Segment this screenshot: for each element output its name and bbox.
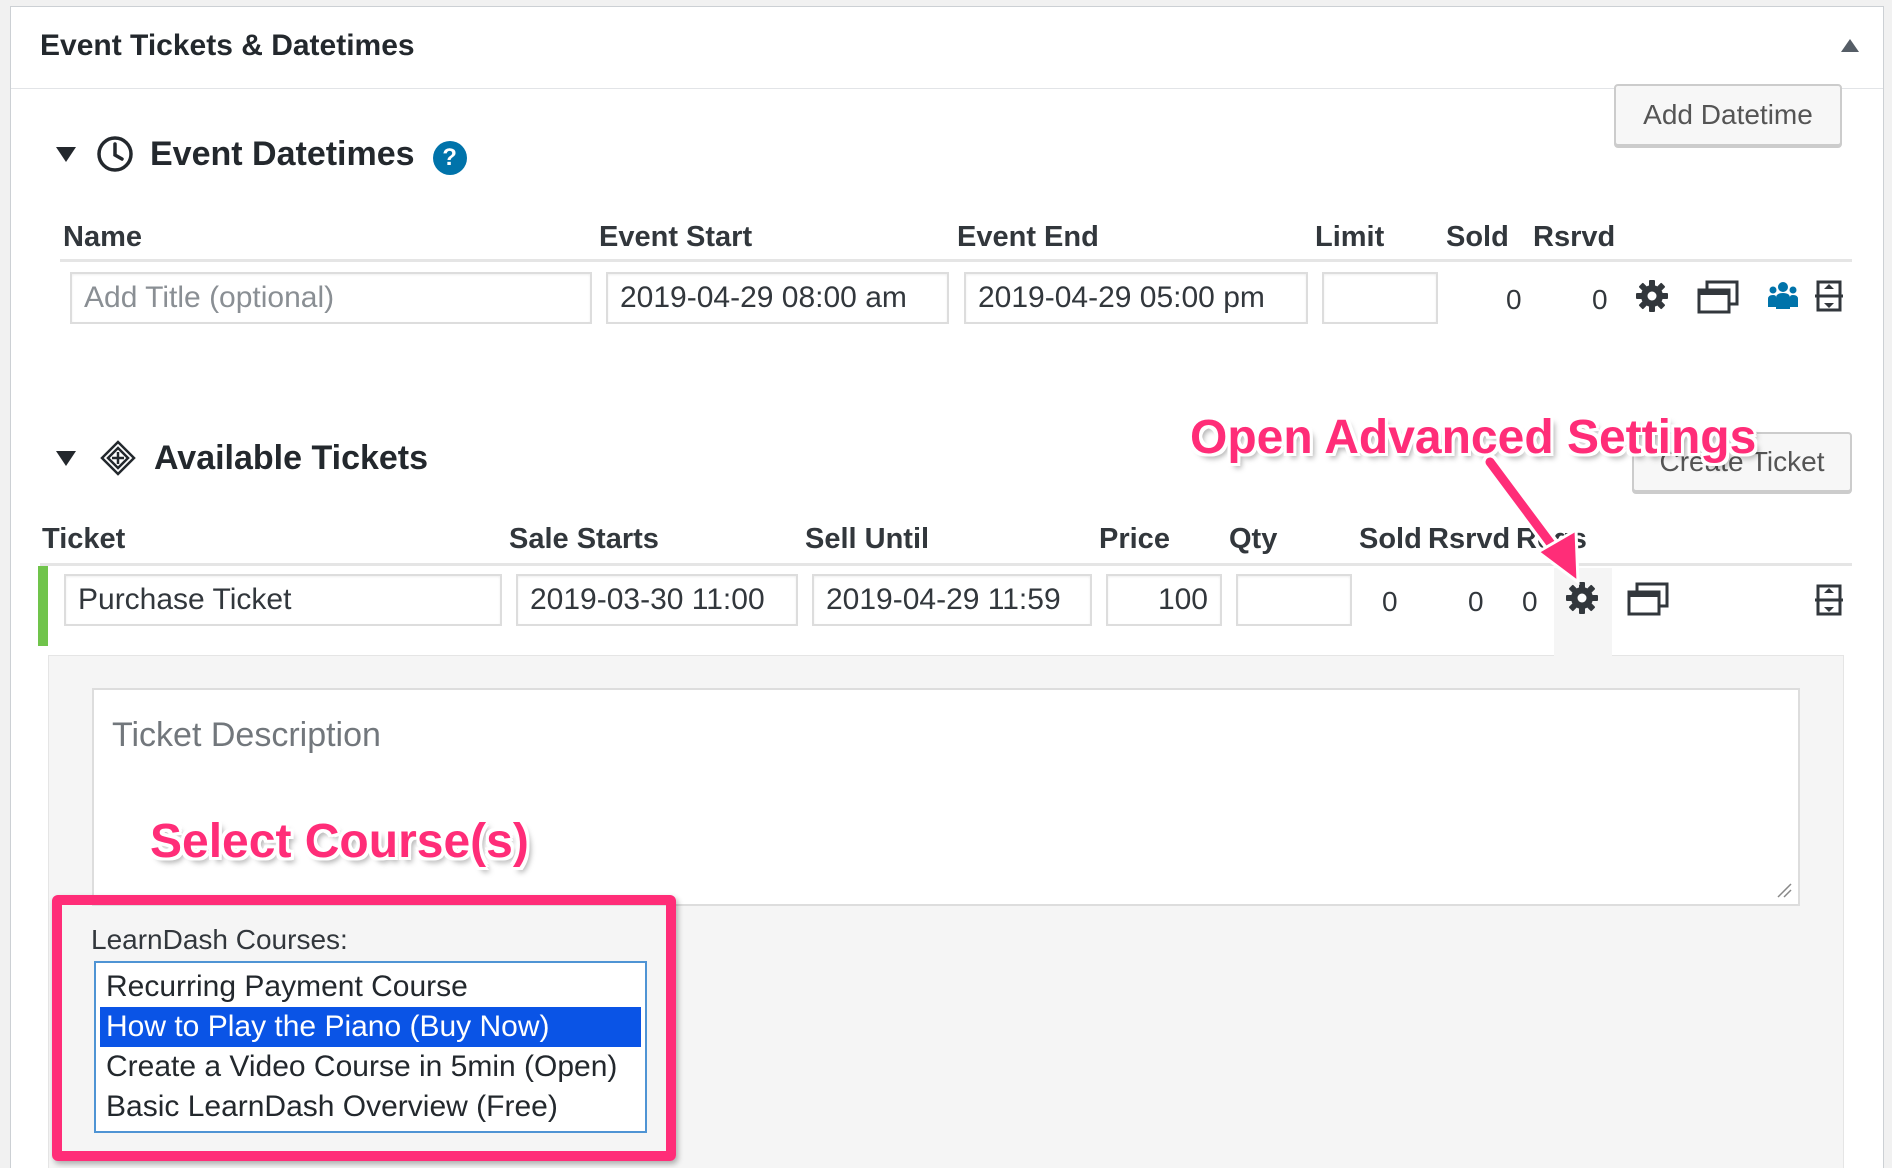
triangle-up-icon[interactable] — [1841, 39, 1859, 52]
gear-icon[interactable] — [1632, 276, 1672, 316]
ticket-description-textarea[interactable]: Ticket Description — [92, 688, 1800, 906]
ticket-name-input[interactable]: Purchase Ticket — [64, 574, 502, 626]
trash-icon[interactable] — [1812, 582, 1846, 618]
col-sell-until: Sell Until — [805, 523, 930, 555]
add-datetime-button[interactable]: Add Datetime — [1614, 84, 1842, 146]
people-icon[interactable] — [1766, 278, 1800, 312]
expand-arrow-icon[interactable] — [56, 450, 76, 466]
ticket-regs-value: 0 — [1522, 586, 1538, 617]
gear-icon[interactable] — [1562, 578, 1602, 618]
ticket-status-bar — [38, 566, 48, 646]
resize-handle-icon[interactable] — [1776, 882, 1792, 898]
col-qty: Qty — [1229, 523, 1278, 555]
col-rsrvd: Rsrvd — [1533, 221, 1616, 253]
courses-highlight-box — [52, 895, 676, 1161]
col-sold: Sold — [1359, 523, 1422, 555]
qty-input[interactable] — [1236, 574, 1352, 626]
sale-starts-input[interactable]: 2019-03-30 11:00 — [516, 574, 798, 626]
col-sale-starts: Sale Starts — [509, 523, 659, 555]
divider — [40, 563, 1852, 566]
trash-icon[interactable] — [1812, 278, 1846, 314]
expand-arrow-icon[interactable] — [56, 146, 76, 162]
panel-header[interactable]: Event Tickets & Datetimes — [11, 7, 1883, 89]
ticket-description-placeholder: Ticket Description — [112, 716, 381, 754]
help-icon[interactable]: ? — [432, 141, 467, 175]
col-regs: Regs — [1516, 523, 1587, 555]
panel-title: Event Tickets & Datetimes — [40, 29, 415, 62]
ticket-sold-value: 0 — [1382, 586, 1398, 617]
col-event-start: Event Start — [599, 221, 753, 253]
datetime-name-input[interactable]: Add Title (optional) — [70, 272, 592, 324]
divider — [60, 259, 1852, 262]
datetime-sold-value: 0 — [1506, 284, 1522, 315]
event-datetimes-heading[interactable]: Event Datetimes ? — [56, 133, 467, 175]
price-input[interactable]: 100 — [1106, 574, 1222, 626]
sell-until-input[interactable]: 2019-04-29 11:59 — [812, 574, 1092, 626]
col-sold: Sold — [1446, 221, 1509, 253]
clone-icon[interactable] — [1626, 580, 1670, 618]
ticket-rsrvd-value: 0 — [1468, 586, 1484, 617]
available-tickets-title: Available Tickets — [154, 438, 429, 477]
select-courses-annotation: Select Course(s) — [150, 815, 529, 868]
col-ticket: Ticket — [42, 523, 126, 555]
col-rsrvd: Rsrvd — [1428, 523, 1511, 555]
limit-input[interactable] — [1322, 272, 1438, 324]
clone-icon[interactable] — [1696, 278, 1740, 316]
event-end-input[interactable]: 2019-04-29 05:00 pm — [964, 272, 1308, 324]
col-price: Price — [1099, 523, 1170, 555]
event-start-input[interactable]: 2019-04-29 08:00 am — [606, 272, 949, 324]
col-name: Name — [63, 221, 142, 253]
col-limit: Limit — [1315, 221, 1385, 253]
col-event-end: Event End — [957, 221, 1099, 253]
datetime-rsrvd-value: 0 — [1592, 284, 1608, 315]
open-advanced-settings-annotation: Open Advanced Settings — [1190, 411, 1757, 464]
available-tickets-heading[interactable]: Available Tickets — [56, 436, 428, 480]
clock-icon — [97, 136, 133, 172]
tickets-icon — [100, 440, 136, 476]
event-datetimes-title: Event Datetimes — [150, 134, 415, 173]
